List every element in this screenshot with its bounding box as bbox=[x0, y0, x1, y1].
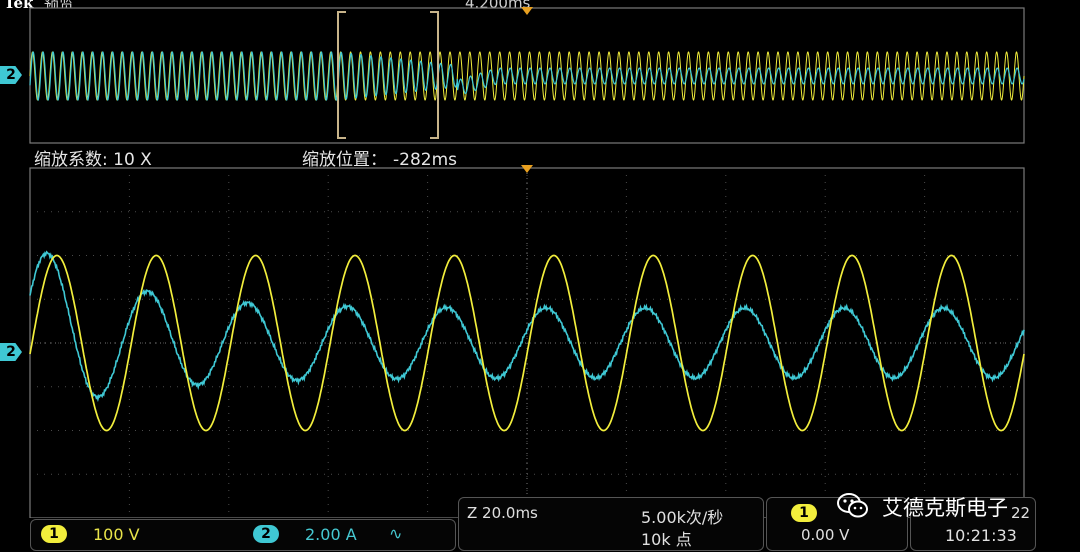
record-length: 10k 点 bbox=[641, 530, 692, 549]
zoom-waveform[interactable] bbox=[0, 163, 1080, 518]
watermark-text: 艾德克斯电子 bbox=[882, 496, 1008, 520]
overview-trigger-marker[interactable] bbox=[521, 7, 533, 15]
ch2-badge[interactable]: 2 bbox=[253, 525, 279, 543]
acquisition-panel[interactable]: Z 20.0ms 5.00k次/秒 10k 点 bbox=[458, 497, 764, 551]
trigger-level: 0.00 V bbox=[801, 526, 850, 544]
zoom-trigger-marker[interactable] bbox=[521, 165, 533, 173]
ch2-scale[interactable]: 2.00 A bbox=[305, 525, 357, 544]
zoom-timebase: Z 20.0ms bbox=[467, 504, 538, 522]
watermark: 艾德克斯电子 bbox=[836, 492, 1076, 522]
overview-waveform[interactable] bbox=[0, 0, 1080, 146]
trigger-source-badge: 1 bbox=[791, 504, 817, 522]
ch1-badge[interactable]: 1 bbox=[41, 525, 67, 543]
wechat-icon bbox=[837, 493, 868, 518]
clock-time: 10:21:33 bbox=[945, 526, 1017, 545]
sample-rate: 5.00k次/秒 bbox=[641, 508, 724, 527]
ch2-coupling-icon: ∿ bbox=[389, 524, 403, 543]
channel-panel: 1 100 V 2 2.00 A ∿ bbox=[30, 519, 456, 551]
ch1-scale[interactable]: 100 V bbox=[93, 525, 140, 544]
